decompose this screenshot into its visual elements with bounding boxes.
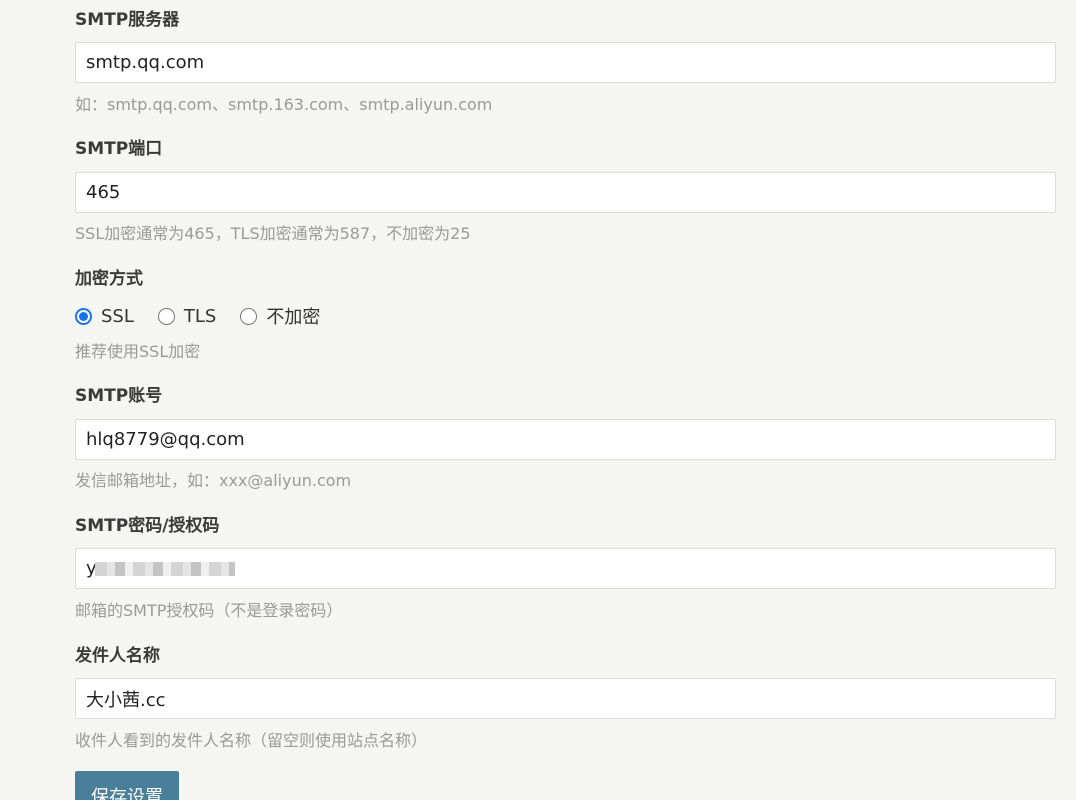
- smtp-password-hint: 邮箱的SMTP授权码（不是登录密码）: [75, 601, 343, 620]
- radio-ssl[interactable]: SSL: [75, 306, 134, 327]
- radio-none-circle[interactable]: [240, 307, 258, 325]
- sender-name-input[interactable]: [75, 678, 1056, 719]
- smtp-settings-form: SMTP服务器 如：smtp.qq.com、smtp.163.com、smtp.…: [0, 0, 1076, 800]
- smtp-account-label: SMTP账号: [75, 386, 163, 406]
- radio-tls[interactable]: TLS: [157, 305, 217, 327]
- save-settings-button[interactable]: 保存设置: [75, 771, 179, 800]
- smtp-server-input[interactable]: [75, 42, 1056, 83]
- smtp-server-label: SMTP服务器: [75, 10, 180, 30]
- encryption-radio-group: SSL TLS 不加密: [75, 303, 344, 329]
- password-redaction-mask: [95, 562, 235, 576]
- sender-name-label: 发件人名称: [75, 646, 160, 666]
- smtp-account-hint: 发信邮箱地址，如：xxx@aliyun.com: [75, 471, 352, 490]
- smtp-password-label: SMTP密码/授权码: [75, 516, 220, 536]
- radio-ssl-circle[interactable]: [75, 307, 92, 325]
- smtp-server-hint: 如：smtp.qq.com、smtp.163.com、smtp.aliyun.c…: [75, 95, 493, 114]
- sender-name-hint: 收件人看到的发件人名称（留空则使用站点名称）: [75, 731, 428, 750]
- radio-tls-circle[interactable]: [157, 307, 175, 325]
- smtp-port-label: SMTP端口: [75, 139, 163, 159]
- smtp-port-input[interactable]: [75, 172, 1056, 213]
- radio-tls-label: TLS: [183, 305, 217, 327]
- encryption-label: 加密方式: [75, 269, 143, 289]
- radio-ssl-label: SSL: [101, 305, 134, 327]
- radio-none[interactable]: 不加密: [240, 303, 320, 329]
- radio-none-label: 不加密: [266, 307, 321, 328]
- encryption-hint: 推荐使用SSL加密: [75, 342, 201, 361]
- smtp-account-input[interactable]: [75, 419, 1056, 460]
- smtp-port-hint: SSL加密通常为465，TLS加密通常为587，不加密为25: [75, 224, 471, 243]
